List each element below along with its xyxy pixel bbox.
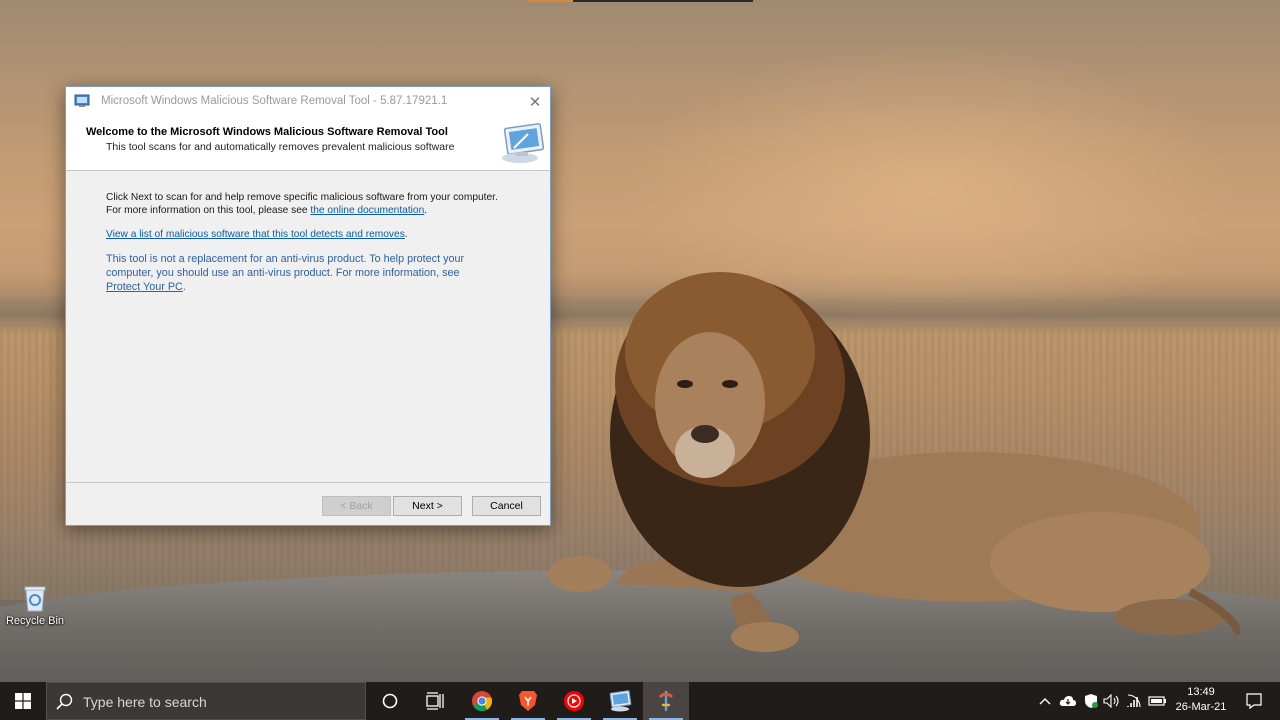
app-pin-icon — [658, 691, 674, 711]
intro-line-2: For more information on this tool, pleas… — [106, 204, 427, 217]
defender-icon — [1085, 694, 1098, 708]
network-tray-button[interactable] — [1124, 682, 1146, 720]
task-view-icon — [426, 692, 444, 710]
recycle-bin-icon[interactable]: Recycle Bin — [4, 584, 66, 634]
note-line-1: This tool is not a replacement for an an… — [106, 253, 465, 265]
header-subtitle: This tool scans for and automatically re… — [106, 141, 455, 153]
chevron-up-icon — [1039, 698, 1051, 705]
msrt-app-icon — [74, 94, 90, 107]
taskbar: Type here to search 13:49 26-Mar-21 — [0, 682, 1280, 720]
action-center-button[interactable] — [1234, 682, 1274, 720]
intro-line-1: Click Next to scan for and help remove s… — [106, 192, 498, 203]
note-period: . — [182, 281, 186, 293]
intro-line-2-period: . — [424, 205, 428, 216]
start-button[interactable] — [0, 682, 46, 720]
cortana-icon — [382, 693, 398, 709]
recycle-bin-glyph-icon — [24, 586, 46, 612]
onedrive-tray-button[interactable] — [1057, 682, 1079, 720]
next-button[interactable]: Next > — [393, 496, 462, 516]
task-view-button[interactable] — [412, 682, 458, 720]
search-placeholder: Type here to search — [83, 694, 207, 710]
wallpaper-accent-dark — [573, 0, 753, 2]
malware-list-period: . — [404, 229, 408, 240]
dialog-header: Welcome to the Microsoft Windows Malicio… — [66, 116, 550, 171]
volume-tray-button[interactable] — [1101, 682, 1123, 720]
taskbar-search-box[interactable]: Type here to search — [46, 682, 366, 720]
footer-divider — [66, 482, 550, 483]
computer-scan-icon — [502, 123, 545, 163]
youtube-music-icon — [564, 691, 584, 711]
notification-icon — [1246, 693, 1262, 710]
close-button[interactable]: ✕ — [520, 87, 550, 116]
note-line-3: Protect Your PC. — [106, 280, 186, 294]
lion-illustration — [548, 272, 1240, 652]
windows-logo-icon — [15, 693, 31, 709]
clock-time: 13:49 — [1187, 686, 1215, 698]
defender-tray-button[interactable] — [1080, 682, 1102, 720]
dialog-titlebar[interactable]: Microsoft Windows Malicious Software Rem… — [66, 87, 550, 116]
show-hidden-icons-button[interactable] — [1034, 682, 1056, 720]
volume-icon — [1103, 694, 1119, 708]
online-documentation-link[interactable]: the online documentation — [310, 205, 424, 216]
wallpaper-accent — [528, 0, 573, 2]
malware-list-link[interactable]: View a list of malicious software that t… — [106, 229, 405, 240]
chrome-icon — [472, 691, 493, 712]
recycle-bin-label: Recycle Bin — [5, 615, 65, 627]
onedrive-icon — [1059, 696, 1076, 706]
taskbar-clock[interactable]: 13:49 26-Mar-21 — [1168, 685, 1234, 717]
chrome-taskbar-button[interactable] — [459, 682, 505, 720]
battery-tray-button[interactable] — [1147, 682, 1169, 720]
cancel-button[interactable]: Cancel — [472, 496, 541, 516]
msrt-taskbar-button[interactable] — [597, 682, 643, 720]
note-line-2: computer, you should use an anti-virus p… — [106, 267, 460, 279]
malware-list-line: View a list of malicious software that t… — [106, 228, 408, 241]
intro-line-2-text: For more information on this tool, pleas… — [106, 205, 311, 216]
pinned-app-taskbar-button[interactable] — [643, 682, 689, 720]
msrt-icon — [609, 690, 632, 712]
header-title: Welcome to the Microsoft Windows Malicio… — [86, 126, 448, 138]
cortana-button[interactable] — [367, 682, 413, 720]
brave-taskbar-button[interactable] — [505, 682, 551, 720]
wifi-icon — [1127, 694, 1141, 708]
back-button[interactable]: < Back — [322, 496, 391, 516]
battery-icon — [1148, 696, 1166, 706]
dialog-title: Microsoft Windows Malicious Software Rem… — [101, 95, 448, 107]
search-icon — [56, 693, 73, 710]
protect-your-pc-link[interactable]: Protect Your PC — [106, 281, 183, 293]
youtube-music-taskbar-button[interactable] — [551, 682, 597, 720]
msrt-dialog: Microsoft Windows Malicious Software Rem… — [65, 86, 551, 526]
close-icon: ✕ — [528, 93, 542, 111]
brave-icon — [519, 691, 537, 711]
clock-date: 26-Mar-21 — [1175, 701, 1227, 713]
